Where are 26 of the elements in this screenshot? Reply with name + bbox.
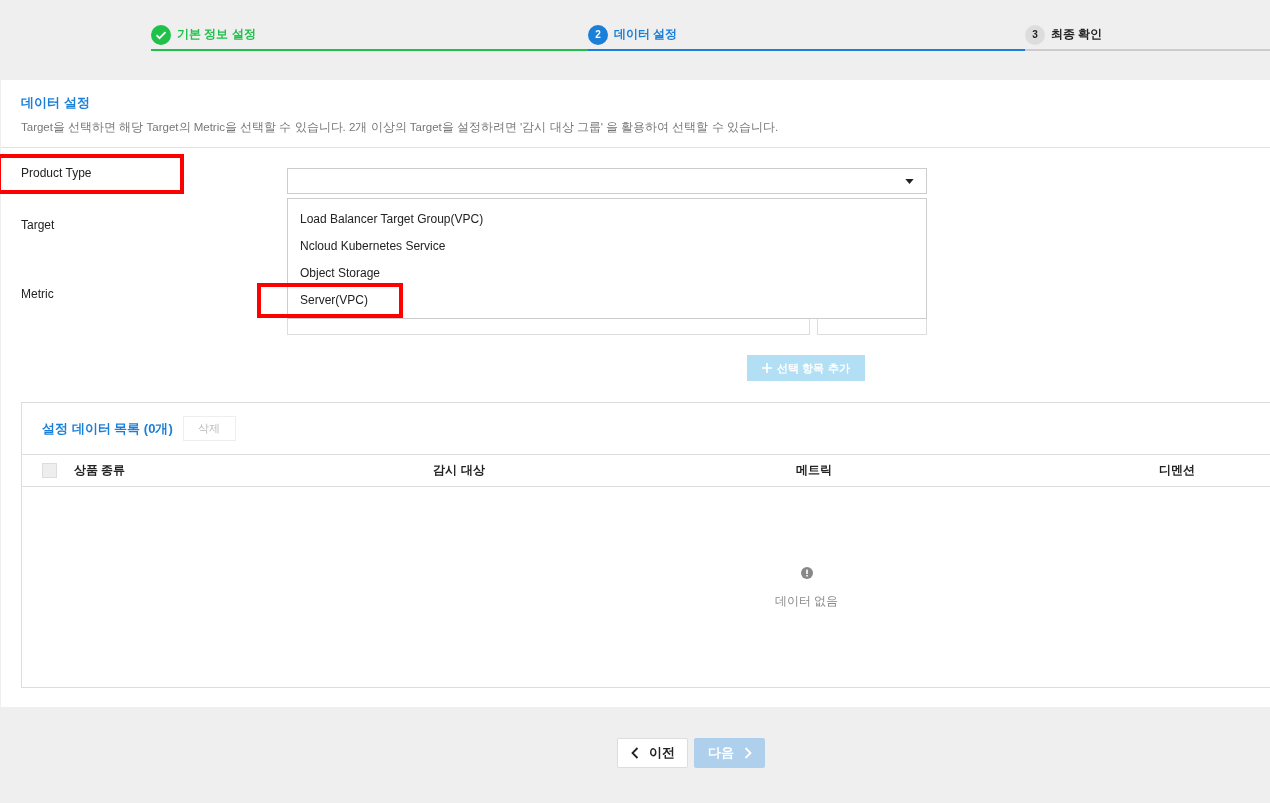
step-label: 데이터 설정 — [614, 26, 678, 43]
column-header: 디멘션 — [1158, 463, 1196, 478]
step-number: 3 — [1025, 24, 1045, 45]
dropdown-option[interactable]: Ncloud Kubernetes Service — [288, 233, 926, 260]
alert-icon — [800, 567, 813, 579]
plus-icon — [762, 363, 773, 373]
chevron-right-icon — [743, 747, 752, 759]
column-header: 메트릭 — [795, 463, 833, 478]
column-header: 감시 대상 — [432, 463, 486, 478]
step-number: 2 — [588, 24, 608, 45]
list-title: 설정 데이터 목록 (0개) — [42, 419, 173, 438]
step-label: 기본 정보 설정 — [177, 26, 256, 43]
column-header: 상품 종류 — [74, 463, 127, 478]
field-label: Target — [21, 218, 55, 232]
check-icon — [151, 24, 171, 45]
chevron-left-icon — [630, 747, 639, 759]
product-type-select[interactable] — [287, 168, 927, 194]
dropdown-option[interactable]: Load Balancer Target Group(VPC) — [288, 206, 926, 233]
caret-icon — [905, 178, 914, 184]
step-label: 최종 확인 — [1051, 26, 1103, 43]
previous-button[interactable]: 이전 — [617, 738, 688, 768]
section-description: Target을 선택하면 해당 Target의 Metric을 선택할 수 있습니다. 2개 이상의 Target을 설정하려면 '감시 대상 그룹' 을 활용하여 선택할 수 있습니다. — [21, 120, 780, 135]
field-label: Metric — [21, 287, 54, 301]
dropdown-option[interactable]: Object Storage — [288, 260, 926, 287]
empty-message: 데이터 없음 — [774, 593, 839, 610]
section-title: 데이터 설정 — [21, 94, 91, 112]
